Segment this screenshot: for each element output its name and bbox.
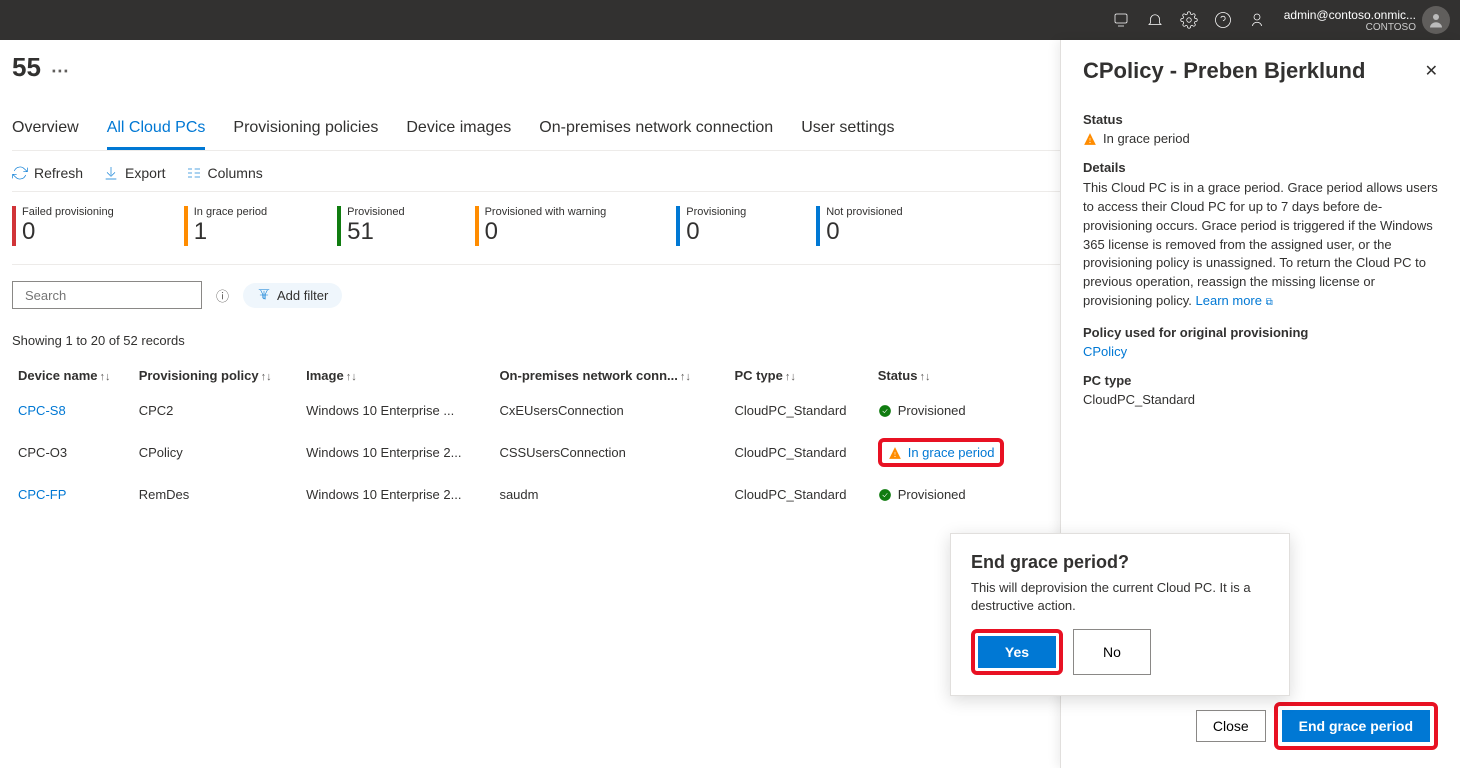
tab-provisioning-policies[interactable]: Provisioning policies	[233, 113, 378, 150]
col-pc-type[interactable]: PC type↑↓	[728, 358, 871, 393]
table-row: CPC-S8 CPC2 Windows 10 Enterprise ... Cx…	[12, 393, 1032, 428]
close-icon[interactable]: ✕	[1425, 61, 1438, 81]
panel-pctype-value: CloudPC_Standard	[1083, 392, 1438, 407]
export-button[interactable]: Export	[103, 165, 165, 181]
refresh-icon	[12, 165, 28, 181]
col-opnc[interactable]: On-premises network conn...↑↓	[493, 358, 728, 393]
search-input[interactable]	[25, 288, 201, 303]
stat-grace[interactable]: In grace period1	[184, 206, 267, 246]
table-row: CPC-O3 CPolicy Windows 10 Enterprise 2..…	[12, 428, 1032, 477]
end-grace-period-button[interactable]: End grace period	[1282, 710, 1430, 742]
yes-highlight: Yes	[971, 629, 1063, 675]
info-icon[interactable]: ⓘ	[216, 286, 229, 305]
add-filter-button[interactable]: Add filter	[243, 283, 342, 308]
warning-icon	[1083, 132, 1097, 146]
dialog-body: This will deprovision the current Cloud …	[971, 579, 1269, 615]
download-icon	[103, 165, 119, 181]
status-badge: Provisioned	[878, 487, 1026, 502]
panel-policy-link[interactable]: CPolicy	[1083, 344, 1438, 359]
dialog-title: End grace period?	[971, 552, 1269, 573]
end-grace-highlight: End grace period	[1274, 702, 1438, 750]
stat-warning[interactable]: Provisioned with warning0	[475, 206, 607, 246]
device-link[interactable]: CPC-FP	[18, 487, 66, 502]
no-button[interactable]: No	[1073, 629, 1151, 675]
tab-user-settings[interactable]: User settings	[801, 113, 894, 150]
avatar[interactable]	[1422, 6, 1450, 34]
stat-failed[interactable]: Failed provisioning0	[12, 206, 114, 246]
search-box[interactable]	[12, 281, 202, 309]
panel-title: CPolicy - Preben Bjerklund ✕	[1083, 58, 1438, 84]
external-link-icon: ⧉	[1266, 297, 1273, 308]
filter-icon	[257, 288, 271, 302]
check-circle-icon	[878, 404, 892, 418]
col-device-name[interactable]: Device name↑↓	[12, 358, 133, 393]
cloud-pcs-table: Device name↑↓ Provisioning policy↑↓ Imag…	[12, 358, 1032, 512]
topbar-user[interactable]: admin@contoso.onmic... CONTOSO	[1284, 8, 1416, 33]
stat-provisioned[interactable]: Provisioned51	[337, 206, 404, 246]
columns-icon	[186, 165, 202, 181]
table-row: CPC-FP RemDes Windows 10 Enterprise 2...…	[12, 477, 1032, 512]
tenant-name: CONTOSO	[1284, 22, 1416, 33]
close-button[interactable]: Close	[1196, 710, 1266, 742]
page-title-suffix: 55	[12, 52, 41, 83]
status-badge-highlighted[interactable]: In grace period	[878, 438, 1005, 467]
topbar: admin@contoso.onmic... CONTOSO	[0, 0, 1460, 40]
panel-policy-label: Policy used for original provisioning	[1083, 325, 1438, 340]
learn-more-link[interactable]: Learn more ⧉	[1196, 293, 1273, 308]
tab-device-images[interactable]: Device images	[406, 113, 511, 150]
tab-on-premises-network[interactable]: On-premises network connection	[539, 113, 773, 150]
stat-provisioning[interactable]: Provisioning0	[676, 206, 746, 246]
confirm-dialog: End grace period? This will deprovision …	[950, 533, 1290, 696]
panel-footer: Close End grace period	[1196, 702, 1438, 750]
panel-details-text: This Cloud PC is in a grace period. Grac…	[1083, 179, 1438, 311]
col-status[interactable]: Status↑↓	[872, 358, 1032, 393]
check-circle-icon	[878, 488, 892, 502]
tab-overview[interactable]: Overview	[12, 113, 79, 150]
panel-details-label: Details	[1083, 160, 1438, 175]
refresh-button[interactable]: Refresh	[12, 165, 83, 181]
status-badge: Provisioned	[878, 403, 1026, 418]
stat-not-provisioned[interactable]: Not provisioned0	[816, 206, 902, 246]
col-provisioning-policy[interactable]: Provisioning policy↑↓	[133, 358, 300, 393]
panel-pctype-label: PC type	[1083, 373, 1438, 388]
gear-icon[interactable]	[1172, 3, 1206, 37]
yes-button[interactable]: Yes	[978, 636, 1056, 668]
panel-status-label: Status	[1083, 112, 1438, 127]
notification-icon[interactable]	[1138, 3, 1172, 37]
user-email: admin@contoso.onmic...	[1284, 8, 1416, 22]
warning-icon	[888, 446, 902, 460]
feedback-icon[interactable]	[1240, 3, 1274, 37]
main-content: 55 ⋯ Overview All Cloud PCs Provisioning…	[0, 40, 1460, 768]
help-icon[interactable]	[1206, 3, 1240, 37]
columns-button[interactable]: Columns	[186, 165, 263, 181]
tab-all-cloud-pcs[interactable]: All Cloud PCs	[107, 113, 206, 150]
col-image[interactable]: Image↑↓	[300, 358, 493, 393]
cloud-icon[interactable]	[1104, 3, 1138, 37]
device-link[interactable]: CPC-S8	[18, 403, 66, 418]
more-menu-icon[interactable]: ⋯	[51, 61, 69, 82]
panel-status-value: In grace period	[1083, 131, 1438, 146]
